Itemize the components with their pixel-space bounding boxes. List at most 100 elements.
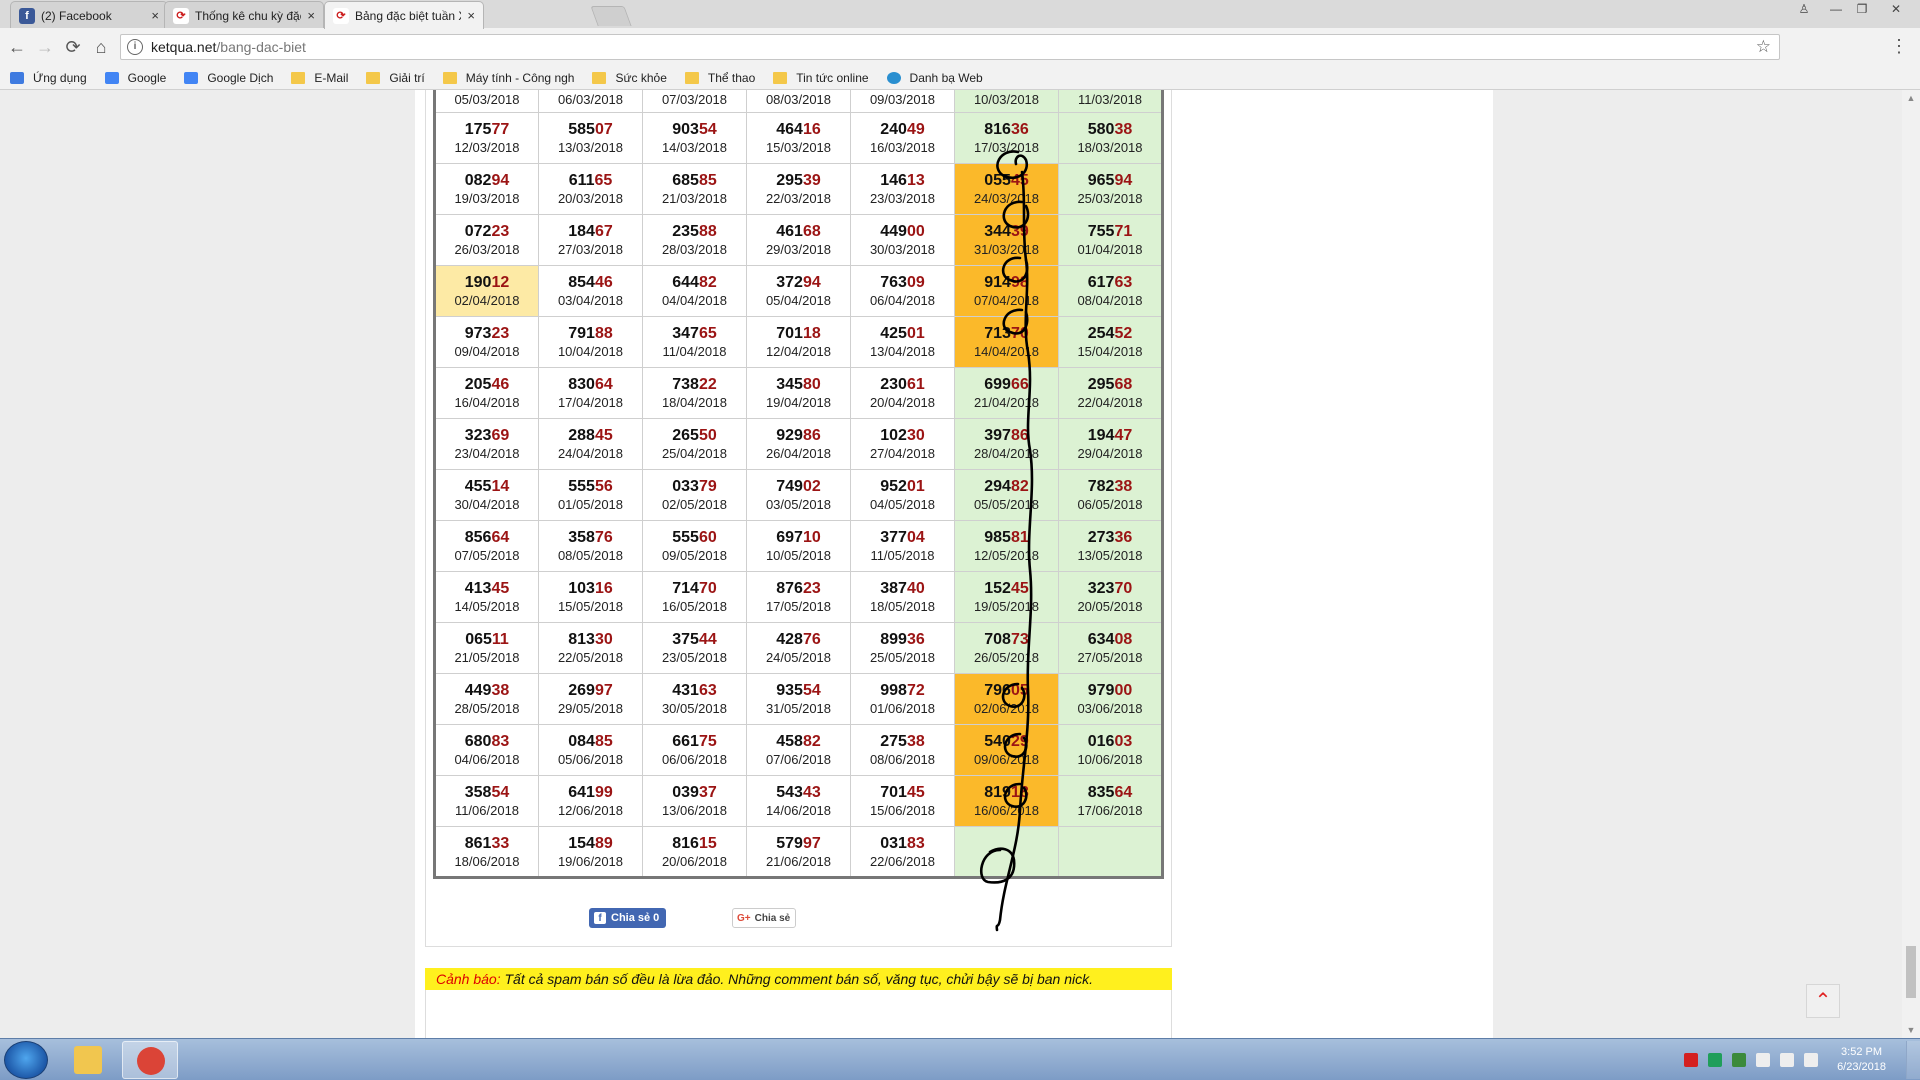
vertical-scrollbar[interactable]: ▲ ▼ [1902,90,1920,1038]
folder-icon [684,71,699,84]
clock[interactable]: 3:52 PM 6/23/2018 [1837,1045,1886,1075]
result-cell: 70873 26/05/2018 [954,622,1059,674]
result-cell: 27336 13/05/2018 [1058,520,1163,572]
back-button[interactable]: ← [6,36,28,58]
prize-number: 61165 [568,172,613,189]
result-cell: 68083 04/06/2018 [434,724,539,776]
flag-icon[interactable] [1756,1053,1771,1067]
forward-button[interactable]: → [34,36,56,58]
show-desktop-button[interactable] [1906,1041,1920,1079]
profile-icon[interactable]: ♙ [1790,0,1818,18]
google-plus-share-button[interactable]: G+ Chia sẻ [732,908,796,928]
scrollbar-thumb[interactable] [1906,946,1916,998]
prize-number: 26997 [568,682,613,699]
prize-number: 98581 [984,529,1029,546]
prize-number: 03183 [880,834,925,852]
tab-close-icon[interactable]: × [467,8,475,23]
info-icon[interactable]: i [127,39,143,55]
draw-date: 07/06/2018 [765,752,832,767]
result-cell: 32370 20/05/2018 [1058,571,1163,623]
antivirus-icon[interactable] [1684,1053,1699,1067]
draw-date: 03/04/2018 [557,293,624,308]
prize-number: 89936 [880,631,925,648]
draw-date: 10/05/2018 [765,548,832,563]
result-cell: 74902 03/05/2018 [746,469,851,521]
home-button[interactable]: ⌂ [90,36,112,58]
start-button[interactable] [4,1041,48,1079]
bookmark-item[interactable]: Google Dịch [184,71,273,85]
draw-date: 13/04/2018 [869,344,936,359]
bookmark-item[interactable]: Sức khỏe [592,71,667,85]
result-cell: 71370 14/04/2018 [954,316,1059,368]
bookmark-item[interactable]: Thể thao [684,71,755,85]
network-icon[interactable] [1804,1053,1819,1067]
result-cell: 70118 12/04/2018 [746,316,851,368]
reload-button[interactable]: ⟳ [62,36,84,58]
bookmark-item[interactable]: E-Mail [291,71,348,85]
bookmark-item[interactable]: Danh bạ Web [886,71,983,85]
draw-date: 19/06/2018 [557,853,624,869]
draw-date: 14/03/2018 [661,140,728,155]
result-cell: 71470 16/05/2018 [642,571,747,623]
bookmark-label: Tin tức online [796,70,869,85]
bookmark-item[interactable]: Google [104,71,166,85]
draw-date: 08/03/2018 [765,92,832,107]
warning-label: Cảnh báo: [436,971,501,987]
prize-number: 55560 [672,529,717,546]
draw-date: 17/05/2018 [765,599,832,614]
tab-close-icon[interactable]: × [151,8,159,23]
sync-icon[interactable] [1732,1053,1747,1067]
prize-number: 79188 [568,325,613,342]
chrome-icon [137,1047,165,1075]
tab-title: Thống kê chu kỳ đặc biệt [195,8,301,23]
draw-date: 09/06/2018 [973,752,1040,767]
close-window-button[interactable]: ✕ [1876,0,1916,18]
draw-date: 29/04/2018 [1077,446,1143,461]
browser-tab[interactable]: ⟳ Thống kê chu kỳ đặc biệt × [164,1,324,29]
draw-date: 08/04/2018 [1077,293,1143,308]
scroll-to-top-button[interactable]: ⌃ [1806,984,1840,1018]
comments-area [425,990,1172,1038]
browser-tab[interactable]: ⟳ Bảng đặc biệt tuần Xổ Số × [324,1,484,29]
network-app-icon[interactable] [1708,1053,1723,1067]
browser-menu-icon[interactable]: ⋮ [1890,36,1908,57]
result-cell: 29539 22/03/2018 [746,163,851,215]
draw-date: 30/04/2018 [454,497,520,512]
draw-date: 15/04/2018 [1077,344,1143,359]
restore-button[interactable]: ❐ [1848,0,1876,18]
tab-close-icon[interactable]: × [307,8,315,23]
result-cell: 45514 30/04/2018 [434,469,539,521]
result-cell: 01603 10/06/2018 [1058,724,1163,776]
result-cell: 98581 12/05/2018 [954,520,1059,572]
minimize-button[interactable]: — [1822,0,1850,18]
bookmark-star-icon[interactable]: ☆ [1756,37,1771,57]
windows-taskbar: 3:52 PM 6/23/2018 [0,1038,1920,1080]
taskbar-app[interactable] [60,1041,116,1079]
table-row: 41345 14/05/2018 10316 15/05/2018 71470 16/05… [434,571,1163,623]
prize-number: 54029 [984,733,1029,750]
result-cell: 55560 09/05/2018 [642,520,747,572]
draw-date: 10/03/2018 [973,92,1040,107]
bookmark-item[interactable]: Giải trí [366,71,425,85]
scroll-down-arrow-icon[interactable]: ▼ [1902,1022,1920,1038]
prize-number: 69710 [776,529,821,546]
scroll-up-arrow-icon[interactable]: ▲ [1902,90,1920,106]
prize-number: 70118 [776,325,821,342]
speaker-icon[interactable] [1780,1053,1795,1067]
prize-number: 45882 [776,733,821,750]
bookmark-item[interactable]: Máy tính - Công ngh [442,71,574,85]
result-cell: 95201 04/05/2018 [850,469,955,521]
warning-text: Tất cả spam bán số đều là lừa đảo. Những… [500,971,1093,987]
new-tab-button[interactable] [590,6,632,26]
address-bar[interactable]: i ketqua.net/bang-dac-biet ☆ [120,34,1780,60]
draw-date: 14/04/2018 [973,344,1040,359]
bookmark-item[interactable]: Ứng dụng [10,71,87,85]
facebook-share-button[interactable]: f Chia sẻ 0 [589,908,666,928]
result-cell: 96594 25/03/2018 [1058,163,1163,215]
bookmark-item[interactable]: Tin tức online [773,70,869,85]
taskbar-app[interactable] [122,1041,178,1079]
browser-tab[interactable]: f (2) Facebook × [10,1,168,29]
result-cell: 15245 19/05/2018 [954,571,1059,623]
prize-number: 17577 [464,121,510,138]
prize-number: 35854 [464,784,510,801]
